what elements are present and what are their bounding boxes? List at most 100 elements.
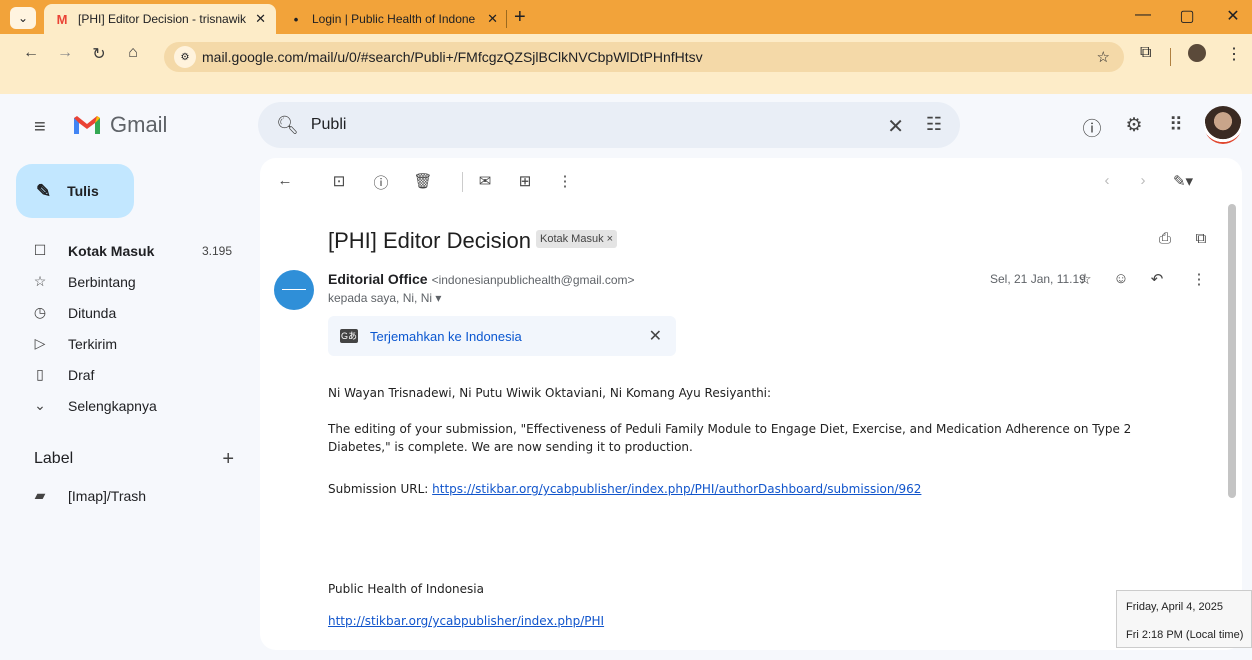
sidebar-item-snoozed[interactable]: ◷ Ditunda xyxy=(0,297,250,328)
translate-link[interactable]: Terjemahkan ke Indonesia xyxy=(370,329,522,344)
translate-bar: Gあ Terjemahkan ke Indonesia ✕ xyxy=(328,316,676,356)
main-menu-icon[interactable]: ≡ xyxy=(34,116,46,139)
labels-heading-text: Label xyxy=(34,450,74,467)
tab-title: [PHI] Editor Decision - trisnawik xyxy=(78,12,247,26)
reply-icon[interactable]: ↶ xyxy=(1146,270,1168,288)
settings-gear-icon[interactable]: ⚙ xyxy=(1122,114,1146,137)
sidebar-nav: ☐ Kotak Masuk 3.195 ☆ Berbintang ◷ Ditun… xyxy=(0,235,250,421)
more-actions-icon[interactable]: ⋮ xyxy=(554,172,576,190)
close-icon[interactable]: ✕ xyxy=(255,11,266,27)
bookmark-star-icon[interactable]: ☆ xyxy=(1097,48,1110,66)
tab-gmail[interactable]: M [PHI] Editor Decision - trisnawik ✕ xyxy=(44,4,276,34)
signature-link[interactable]: http://stikbar.org/ycabpublisher/index.p… xyxy=(328,614,604,628)
mail-search-box[interactable]: 🔍︎ Publi ✕ ☷ xyxy=(258,102,960,148)
email-paragraph: The editing of your submission, "Effecti… xyxy=(328,422,1132,454)
delete-icon[interactable]: 🗑︎ xyxy=(412,172,434,190)
sidebar-item-more[interactable]: ⌄ Selengkapnya xyxy=(0,390,250,421)
labels-heading: Label + xyxy=(34,448,234,471)
reload-icon[interactable]: ↻ xyxy=(88,44,110,64)
close-icon[interactable]: ✕ xyxy=(649,326,662,346)
newer-chevron-icon[interactable]: ‹ xyxy=(1096,172,1118,189)
compose-label: Tulis xyxy=(67,183,99,199)
datetime-tooltip: Friday, April 4, 2025 Fri 2:18 PM (Local… xyxy=(1116,590,1252,648)
apps-grid-icon[interactable]: ⠿ xyxy=(1164,114,1188,137)
back-arrow-icon[interactable]: ← xyxy=(20,44,42,62)
sender-line: Editorial Office <indonesianpublichealth@… xyxy=(328,271,635,287)
star-icon[interactable]: ☆ xyxy=(1074,270,1096,288)
chevron-down-icon: ⌄ xyxy=(34,397,46,413)
tooltip-time: Fri 2:18 PM (Local time) xyxy=(1126,629,1244,641)
sidebar-item-label: [Imap]/Trash xyxy=(68,487,147,504)
tab-divider xyxy=(506,10,507,28)
signature-line: http://stikbar.org/ycabpublisher/index.p… xyxy=(328,612,604,630)
gmail-logo[interactable]: Gmail xyxy=(72,112,167,138)
sidebar-item-imap-trash[interactable]: ▰ [Imap]/Trash xyxy=(0,480,250,511)
mark-unread-icon[interactable]: ✉ xyxy=(474,172,496,190)
compose-button[interactable]: ✎ Tulis xyxy=(16,164,134,218)
add-label-icon[interactable]: + xyxy=(222,448,234,471)
extensions-icon[interactable]: ⧉ xyxy=(1140,44,1151,62)
gmail-wordmark: Gmail xyxy=(110,112,168,137)
inbox-label-chip[interactable]: Kotak Masuk × xyxy=(536,230,618,248)
restore-icon[interactable]: ▢ xyxy=(1172,6,1202,26)
gmail-header: ≡ Gmail 🔍︎ Publi ✕ ☷ ⓘ ⚙ ⠿ xyxy=(0,94,1252,156)
sidebar-item-drafts[interactable]: ▯ Draf xyxy=(0,359,250,390)
site-info-icon[interactable]: ⚙ xyxy=(174,46,196,68)
sender-name[interactable]: Editorial Office xyxy=(328,271,428,287)
tab-title: Login | Public Health of Indone xyxy=(312,12,476,26)
minimize-icon[interactable]: — xyxy=(1128,6,1158,24)
sidebar-item-label: Draf xyxy=(68,366,95,383)
submission-prefix: Submission URL: xyxy=(328,482,433,496)
search-input[interactable]: Publi xyxy=(311,116,347,134)
profile-avatar-icon[interactable] xyxy=(1188,44,1206,62)
sidebar-item-label: Kotak Masuk xyxy=(68,242,155,259)
recipients-toggle[interactable]: kepada saya, Ni, Ni ▾ xyxy=(328,291,441,305)
window-close-icon[interactable]: ✕ xyxy=(1218,6,1248,26)
help-icon[interactable]: ⓘ xyxy=(1080,114,1104,141)
close-icon[interactable]: ✕ xyxy=(487,11,498,27)
tab-search-button[interactable]: ⌄ xyxy=(10,7,36,29)
submission-link[interactable]: https://stikbar.org/ycabpublisher/index.… xyxy=(432,482,921,496)
tab-phi-login[interactable]: • Login | Public Health of Indone ✕ xyxy=(278,4,508,34)
signature-name: Public Health of Indonesia xyxy=(328,582,484,596)
translate-icon: Gあ xyxy=(340,329,358,343)
search-options-icon[interactable]: ☷ xyxy=(926,114,942,135)
gmail-m-icon xyxy=(72,114,102,136)
sender-email: <indonesianpublichealth@gmail.com> xyxy=(431,273,635,287)
sidebar-item-label: Selengkapnya xyxy=(68,397,157,414)
report-spam-icon[interactable]: ⓘ xyxy=(370,172,392,193)
sidebar-item-sent[interactable]: ▷ Terkirim xyxy=(0,328,250,359)
move-to-icon[interactable]: ⊞ xyxy=(514,172,536,190)
message-pane: ← ⊡ ⓘ 🗑︎ ✉ ⊞ ⋮ ‹ › ✎▾ [PHI] Editor Decis… xyxy=(260,158,1242,650)
gmail-favicon-icon: M xyxy=(56,11,68,27)
scrollbar[interactable] xyxy=(1228,204,1236,498)
back-to-list-icon[interactable]: ← xyxy=(274,172,296,189)
browser-tab-bar: ⌄ M [PHI] Editor Decision - trisnawik ✕ … xyxy=(0,0,1252,34)
archive-icon[interactable]: ⊡ xyxy=(328,172,350,190)
sidebar-item-starred[interactable]: ☆ Berbintang xyxy=(0,266,250,297)
sidebar-item-inbox[interactable]: ☐ Kotak Masuk 3.195 xyxy=(0,235,250,266)
email-subject: [PHI] Editor Decision xyxy=(328,228,531,253)
browser-toolbar: ← → ↻ ⌂ ⚙ mail.google.com/mail/u/0/#sear… xyxy=(0,34,1252,94)
url-text: mail.google.com/mail/u/0/#search/Publi+/… xyxy=(202,49,703,65)
clear-search-icon[interactable]: ✕ xyxy=(887,114,904,139)
kebab-menu-icon[interactable]: ⋮ xyxy=(1226,44,1242,64)
forward-arrow-icon[interactable]: → xyxy=(54,44,76,62)
sidebar-item-label: Ditunda xyxy=(68,304,117,321)
emoji-react-icon[interactable]: ☺ xyxy=(1110,270,1132,287)
sidebar-item-label: Terkirim xyxy=(68,335,117,352)
inbox-icon: ☐ xyxy=(33,242,47,258)
address-bar[interactable]: ⚙ mail.google.com/mail/u/0/#search/Publi… xyxy=(164,42,1124,72)
email-date: Sel, 21 Jan, 11.19 xyxy=(990,272,1086,286)
home-icon[interactable]: ⌂ xyxy=(122,44,144,62)
older-chevron-icon[interactable]: › xyxy=(1132,172,1154,189)
account-avatar[interactable] xyxy=(1204,106,1242,144)
sender-avatar[interactable] xyxy=(274,270,314,310)
search-icon[interactable]: 🔍︎ xyxy=(276,115,299,136)
open-new-window-icon[interactable]: ⧉ xyxy=(1190,230,1212,247)
new-tab-icon[interactable]: + xyxy=(514,6,526,29)
message-more-icon[interactable]: ⋮ xyxy=(1188,270,1210,288)
input-tools-icon[interactable]: ✎▾ xyxy=(1172,172,1194,190)
print-icon[interactable]: ⎙ xyxy=(1154,230,1176,247)
toolbar-divider xyxy=(1170,48,1171,66)
